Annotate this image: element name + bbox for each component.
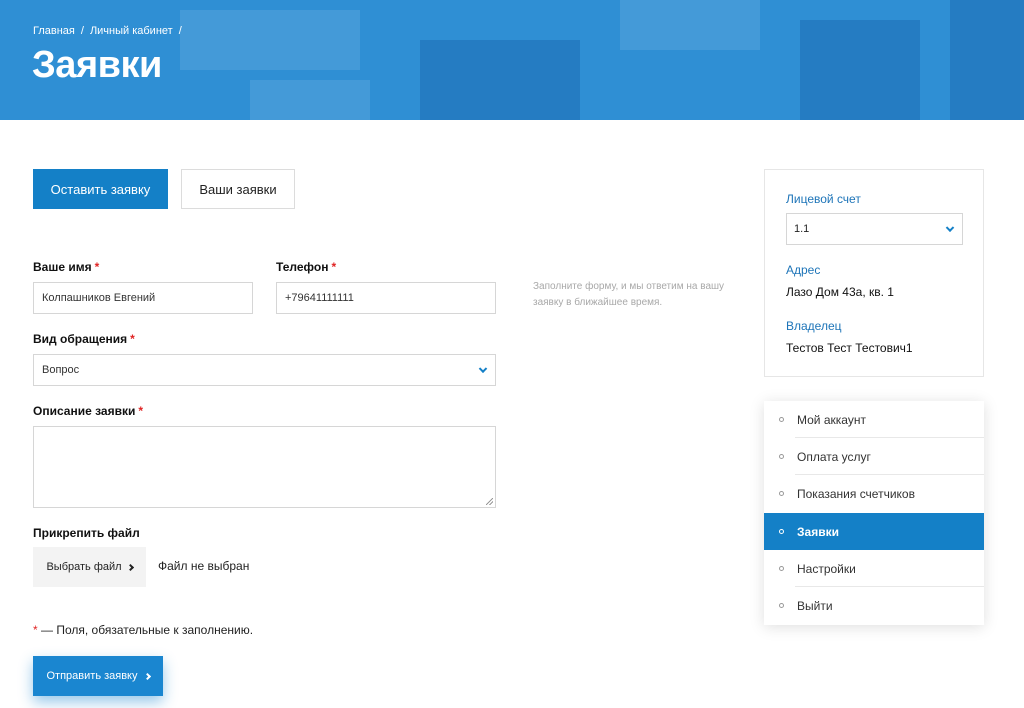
chevron-right-icon bbox=[126, 563, 134, 571]
file-status: Файл не выбран bbox=[158, 559, 250, 573]
required-asterisk: * bbox=[331, 260, 337, 274]
chevron-down-icon bbox=[945, 223, 955, 233]
phone-input[interactable]: +79641111111 bbox=[276, 282, 496, 314]
bullet-icon bbox=[779, 454, 784, 459]
menu-item-label: Мой аккаунт bbox=[797, 412, 866, 427]
menu-item-my-account[interactable]: Мой аккаунт bbox=[764, 401, 984, 438]
description-textarea[interactable] bbox=[33, 426, 496, 508]
menu-item-label: Заявки bbox=[797, 524, 839, 539]
request-type-label: Вид обращения * bbox=[33, 332, 135, 346]
bullet-icon bbox=[779, 566, 784, 571]
choose-file-label: Выбрать файл bbox=[46, 561, 122, 573]
cabinet-side-menu: Мой аккаунт Оплата услуг Показания счетч… bbox=[764, 401, 984, 625]
menu-item-meter-readings[interactable]: Показания счетчиков bbox=[764, 475, 984, 512]
menu-item-label: Показания счетчиков bbox=[797, 486, 915, 501]
name-input-value: Колпашников Евгений bbox=[42, 292, 156, 304]
attach-file-label: Прикрепить файл bbox=[33, 526, 140, 540]
phone-label: Телефон * bbox=[276, 260, 336, 274]
page-title: Заявки bbox=[32, 44, 162, 86]
breadcrumb-cabinet-link[interactable]: Личный кабинет bbox=[90, 25, 173, 37]
bullet-icon bbox=[779, 491, 784, 496]
description-label-text: Описание заявки bbox=[33, 404, 136, 418]
choose-file-button[interactable]: Выбрать файл bbox=[33, 547, 146, 587]
account-select-value: 1.1 bbox=[794, 223, 810, 235]
required-note-text: — Поля, обязательные к заполнению. bbox=[41, 623, 254, 637]
request-type-value: Вопрос bbox=[42, 364, 80, 376]
required-asterisk: * bbox=[138, 404, 143, 418]
owner-label: Владелец bbox=[786, 319, 842, 333]
chevron-right-icon bbox=[143, 672, 151, 680]
request-type-select[interactable]: Вопрос bbox=[33, 354, 496, 386]
request-type-label-text: Вид обращения bbox=[33, 332, 128, 346]
required-fields-note: * — Поля, обязательные к заполнению. bbox=[33, 623, 253, 637]
address-value: Лазо Дом 43а, кв. 1 bbox=[786, 285, 894, 299]
name-label-text: Ваше имя bbox=[33, 260, 92, 274]
address-label: Адрес bbox=[786, 263, 821, 277]
breadcrumb-separator: / bbox=[80, 25, 84, 37]
description-label: Описание заявки * bbox=[33, 404, 143, 418]
menu-item-settings[interactable]: Настройки bbox=[764, 550, 984, 587]
menu-item-label: Настройки bbox=[797, 561, 856, 576]
breadcrumb: Главная / Личный кабинет / bbox=[33, 25, 182, 37]
bullet-icon bbox=[779, 529, 784, 534]
bullet-icon bbox=[779, 603, 784, 608]
chevron-down-icon bbox=[478, 364, 488, 374]
name-label: Ваше имя * bbox=[33, 260, 99, 274]
menu-item-payment[interactable]: Оплата услуг bbox=[764, 438, 984, 475]
phone-input-value: +79641111111 bbox=[285, 292, 354, 304]
resize-handle-icon[interactable] bbox=[486, 498, 493, 505]
submit-request-button[interactable]: Отправить заявку bbox=[33, 656, 163, 696]
menu-item-label: Оплата услуг bbox=[797, 449, 871, 464]
submit-label: Отправить заявку bbox=[46, 670, 138, 682]
menu-item-requests[interactable]: Заявки bbox=[764, 513, 984, 550]
tab-new-request[interactable]: Оставить заявку bbox=[33, 169, 168, 209]
bullet-icon bbox=[779, 417, 784, 422]
account-info-card: Лицевой счет 1.1 Адрес Лазо Дом 43а, кв.… bbox=[764, 169, 984, 377]
required-asterisk: * bbox=[94, 260, 100, 274]
phone-label-text: Телефон bbox=[276, 260, 329, 274]
page-header-banner: Главная / Личный кабинет / Заявки bbox=[0, 0, 1024, 120]
name-input[interactable]: Колпашников Евгений bbox=[33, 282, 253, 314]
breadcrumb-home-link[interactable]: Главная bbox=[33, 25, 75, 37]
tab-my-requests[interactable]: Ваши заявки bbox=[181, 169, 295, 209]
required-asterisk: * bbox=[33, 623, 38, 637]
account-select[interactable]: 1.1 bbox=[786, 213, 963, 245]
breadcrumb-separator: / bbox=[178, 25, 182, 37]
form-hint: Заполните форму, и мы ответим на вашу за… bbox=[533, 281, 725, 308]
account-label: Лицевой счет bbox=[786, 192, 861, 206]
required-asterisk: * bbox=[130, 332, 135, 346]
menu-item-logout[interactable]: Выйти bbox=[764, 587, 984, 624]
menu-item-label: Выйти bbox=[797, 598, 833, 613]
owner-value: Тестов Тест Тестович1 bbox=[786, 341, 913, 355]
